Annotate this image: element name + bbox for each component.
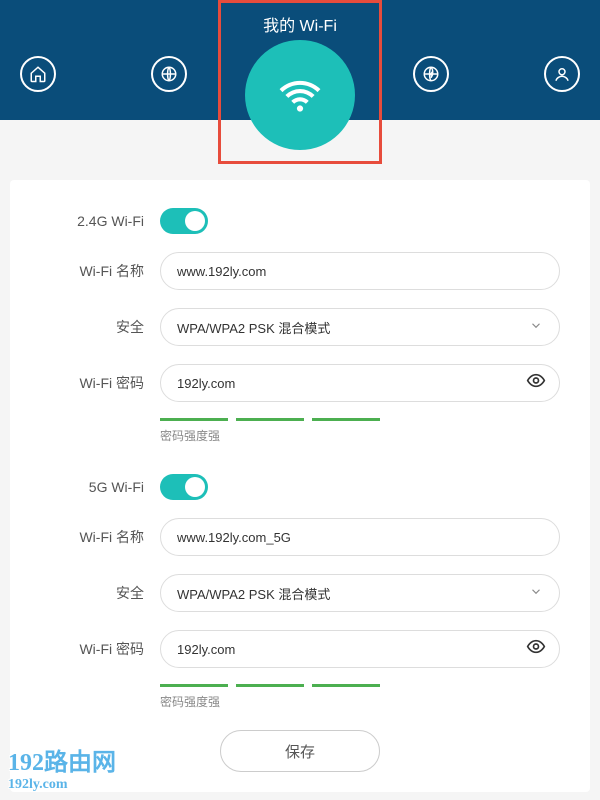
wifi-5g-toggle-label: 5G Wi-Fi xyxy=(40,479,160,495)
wifi-24g-password-input[interactable] xyxy=(160,364,560,402)
wifi-24g-toggle[interactable] xyxy=(160,208,208,234)
wifi-5g-security-label: 安全 xyxy=(40,583,160,603)
wifi-5g-strength-bars xyxy=(160,684,560,687)
wifi-hero-icon xyxy=(245,40,355,150)
wifi-24g-strength-label: 密码强度强 xyxy=(160,427,560,444)
wifi-5g-name-input[interactable] xyxy=(160,518,560,556)
wifi-24g-strength-bars xyxy=(160,418,560,421)
save-button[interactable]: 保存 xyxy=(220,730,380,772)
wifi-5g-password-label: Wi-Fi 密码 xyxy=(40,639,160,659)
wifi-5g-name-label: Wi-Fi 名称 xyxy=(40,527,160,547)
wifi-settings-card: 2.4G Wi-Fi Wi-Fi 名称 安全 WPA/WPA2 PSK 混合模式… xyxy=(10,180,590,792)
wifi-24g-name-label: Wi-Fi 名称 xyxy=(40,261,160,281)
watermark-line2: 192ly.com xyxy=(8,777,116,792)
page-title: 我的 Wi-Fi xyxy=(0,0,600,36)
watermark: 192路由网 192ly.com xyxy=(8,750,116,792)
wifi-5g-strength-label: 密码强度强 xyxy=(160,693,560,710)
wifi-24g-security-select[interactable]: WPA/WPA2 PSK 混合模式 xyxy=(160,308,560,346)
wifi-5g-security-select[interactable]: WPA/WPA2 PSK 混合模式 xyxy=(160,574,560,612)
wifi-24g-security-value: WPA/WPA2 PSK 混合模式 xyxy=(177,318,330,337)
wifi-5g-security-value: WPA/WPA2 PSK 混合模式 xyxy=(177,584,330,603)
chevron-down-icon xyxy=(529,585,543,602)
eye-icon[interactable] xyxy=(526,371,546,396)
nav-user-icon[interactable] xyxy=(544,56,580,92)
watermark-line1: 192路由网 xyxy=(8,750,116,776)
wifi-5g-password-input[interactable] xyxy=(160,630,560,668)
wifi-24g-toggle-label: 2.4G Wi-Fi xyxy=(40,213,160,229)
chevron-down-icon xyxy=(529,319,543,336)
nav-home-icon[interactable] xyxy=(20,56,56,92)
wifi-24g-name-input[interactable] xyxy=(160,252,560,290)
wifi-5g-toggle[interactable] xyxy=(160,474,208,500)
wifi-24g-password-label: Wi-Fi 密码 xyxy=(40,373,160,393)
nav-globe-icon[interactable] xyxy=(151,56,187,92)
wifi-24g-security-label: 安全 xyxy=(40,317,160,337)
eye-icon[interactable] xyxy=(526,637,546,662)
nav-globe-bolt-icon[interactable] xyxy=(413,56,449,92)
